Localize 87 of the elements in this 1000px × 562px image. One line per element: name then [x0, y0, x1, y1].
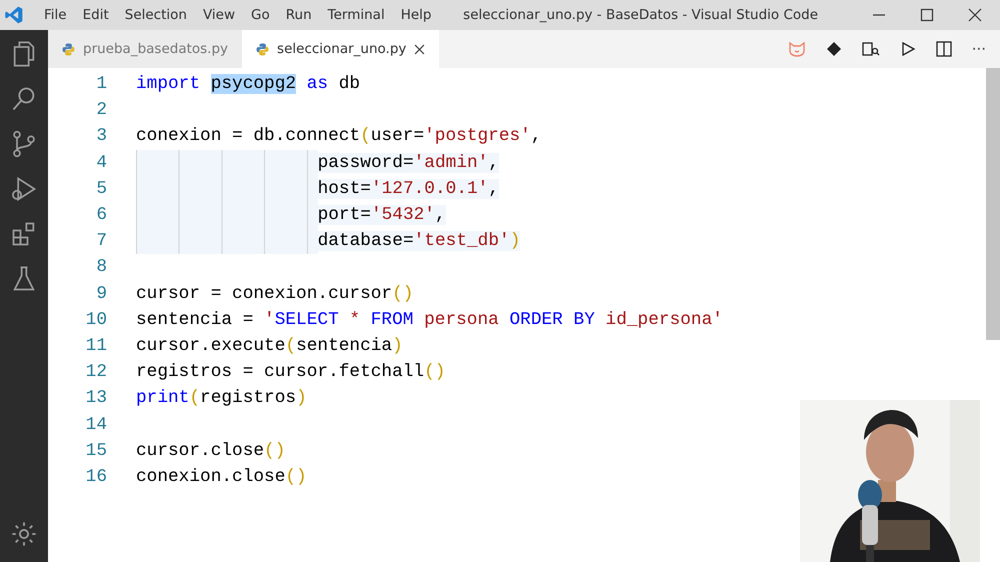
- keyword: print: [136, 388, 190, 408]
- string-literal: id_persona': [604, 310, 723, 330]
- code-text: port=: [318, 205, 371, 226]
- menu-item[interactable]: Help: [392, 7, 440, 23]
- string-literal: ': [264, 310, 275, 330]
- code-text: registros: [200, 388, 296, 408]
- string-literal: persona: [423, 310, 500, 330]
- run-debug-icon[interactable]: [10, 175, 38, 203]
- line-number: 5: [95, 178, 107, 199]
- code-text: host=: [318, 178, 371, 199]
- diamond-icon[interactable]: [826, 41, 842, 57]
- close-icon[interactable]: [968, 8, 982, 22]
- app-logo-icon: [4, 5, 24, 25]
- string-literal: *: [348, 310, 362, 330]
- code-text: cursor = conexion.cursor: [136, 284, 392, 304]
- code-text: ,: [530, 126, 542, 146]
- code-text: ,: [488, 178, 500, 199]
- code-text: cursor.execute: [136, 336, 286, 356]
- sql-keyword: ORDER BY: [510, 310, 595, 330]
- menu-item[interactable]: Terminal: [320, 7, 393, 23]
- code-text: user=: [370, 126, 424, 146]
- code-text: registros = cursor.fetchall: [136, 362, 424, 382]
- string-literal: '127.0.0.1': [370, 178, 488, 199]
- code-text: database=: [318, 231, 414, 252]
- line-number: 8: [95, 257, 107, 278]
- line-number: 12: [84, 362, 107, 382]
- code-text: conexion = db.connect: [136, 126, 360, 146]
- line-number: 7: [95, 231, 107, 252]
- line-number: 3: [95, 126, 107, 146]
- line-number: 11: [84, 336, 107, 356]
- python-file-icon: [256, 42, 270, 56]
- source-control-icon[interactable]: [10, 130, 38, 158]
- scrollbar-thumb[interactable]: [986, 68, 1000, 340]
- bracket: ): [392, 336, 403, 356]
- string-literal: 'postgres': [424, 126, 531, 146]
- line-number: 14: [84, 414, 107, 435]
- string-literal: 'admin': [414, 152, 488, 173]
- bracket: ): [510, 231, 520, 252]
- line-number: 2: [95, 100, 107, 120]
- bracket: (): [392, 284, 414, 304]
- bracket: (): [424, 362, 446, 382]
- play-icon[interactable]: [900, 41, 916, 57]
- settings-icon[interactable]: [10, 520, 38, 548]
- code-text: cursor.close: [136, 440, 264, 461]
- editor-tab[interactable]: seleccionar_uno.py: [242, 30, 440, 68]
- code-text: sentencia: [296, 336, 392, 356]
- bracket: (): [285, 466, 307, 487]
- code-text: sentencia =: [136, 310, 254, 330]
- code-text: db: [338, 74, 360, 94]
- selected-text: psycopg2: [210, 74, 296, 94]
- keyword: as: [306, 74, 328, 94]
- maximize-icon[interactable]: [920, 8, 934, 22]
- code-text: password=: [318, 152, 414, 173]
- split-editor-icon[interactable]: [936, 41, 952, 57]
- sql-keyword: SELECT: [274, 310, 339, 330]
- code-text: ,: [434, 205, 446, 226]
- editor-tab[interactable]: prueba_basedatos.py: [48, 30, 242, 68]
- menu-item[interactable]: Run: [278, 7, 320, 23]
- more-actions-button[interactable]: ···: [972, 40, 986, 58]
- python-file-icon: [62, 42, 75, 56]
- close-tab-icon[interactable]: [414, 44, 426, 54]
- line-number: 9: [95, 284, 107, 304]
- menu-item[interactable]: Selection: [116, 7, 195, 23]
- bracket: (: [285, 336, 296, 356]
- menu-item[interactable]: View: [194, 7, 244, 23]
- line-number: 1: [95, 74, 107, 94]
- line-number: 6: [95, 205, 107, 226]
- sql-keyword: FROM: [370, 310, 414, 330]
- line-number: 4: [95, 152, 107, 173]
- string-literal: 'test_db': [414, 231, 510, 252]
- bracket: (: [189, 388, 200, 408]
- line-number: 10: [84, 310, 107, 330]
- bracket: ): [296, 388, 307, 408]
- string-literal: '5432': [370, 205, 435, 226]
- menu-item[interactable]: Go: [243, 7, 278, 23]
- code-text: conexion.close: [136, 466, 286, 487]
- preview-icon[interactable]: [862, 41, 880, 57]
- menu-item[interactable]: File: [36, 7, 75, 23]
- bracket: (): [264, 440, 286, 461]
- menu-item[interactable]: Edit: [74, 7, 117, 23]
- line-number: 15: [84, 440, 107, 461]
- bracket: (: [360, 126, 371, 146]
- line-number: 13: [84, 388, 107, 408]
- code-text: ,: [488, 152, 500, 173]
- window-title: seleccionar_uno.py - BaseDatos - Visual Studio Code: [463, 7, 818, 23]
- line-number: 16: [84, 466, 107, 487]
- keyword: import: [136, 74, 202, 94]
